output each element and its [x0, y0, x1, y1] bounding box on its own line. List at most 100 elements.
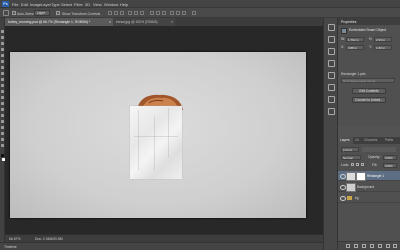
width-label: W: — [341, 37, 346, 41]
tab-channels-short[interactable]: Ch — [353, 137, 361, 144]
menu-window[interactable]: Window — [104, 2, 118, 7]
menu-view[interactable]: View — [93, 2, 102, 7]
napkin-smart-object[interactable] — [130, 106, 182, 179]
zoom-tool-icon[interactable] — [1, 144, 4, 147]
new-layer-icon[interactable] — [386, 244, 390, 248]
menu-3d[interactable]: 3D — [85, 2, 90, 7]
adjustment-layer-icon[interactable] — [370, 244, 374, 248]
blur-tool-icon[interactable] — [1, 102, 4, 105]
layer-row-background[interactable]: Background — [338, 182, 400, 192]
history-panel-icon[interactable] — [328, 24, 335, 31]
timeline-label[interactable]: Timeline — [4, 245, 17, 249]
pen-tool-icon[interactable] — [1, 114, 4, 117]
lock-all-icon[interactable] — [361, 163, 364, 166]
paragraph-panel-icon[interactable] — [328, 84, 335, 91]
close-icon[interactable]: × — [171, 18, 173, 26]
align-right-icon[interactable] — [140, 11, 144, 15]
distribute-center-icon[interactable] — [176, 11, 180, 15]
napkin-fold — [134, 136, 178, 137]
menu-help[interactable]: Help — [120, 2, 128, 7]
menu-select[interactable]: Select — [61, 2, 72, 7]
add-mask-icon[interactable] — [362, 244, 366, 248]
fx-icon[interactable] — [354, 244, 358, 248]
close-icon[interactable]: × — [109, 18, 111, 26]
align-middle-icon[interactable] — [114, 11, 118, 15]
distribute-bottom-icon[interactable] — [162, 11, 166, 15]
trash-icon[interactable] — [393, 244, 397, 248]
tab-channels[interactable]: Channels — [362, 137, 382, 144]
blend-mode-select[interactable]: Normal — [341, 155, 361, 160]
menu-filter[interactable]: Filter — [74, 2, 83, 7]
layer-row-rectangle-1[interactable]: Rectangle 1 — [338, 171, 400, 181]
tab-paths[interactable]: Paths — [383, 137, 398, 144]
layer-filter-select[interactable]: ρ Kind — [341, 147, 359, 152]
eraser-tool-icon[interactable] — [1, 90, 4, 93]
x-position-field[interactable]: 3.88 in — [346, 45, 364, 50]
auto-select-checkbox[interactable] — [12, 11, 16, 15]
align-bottom-icon[interactable] — [120, 11, 124, 15]
eyedropper-tool-icon[interactable] — [1, 60, 4, 63]
move-tool-icon[interactable] — [1, 30, 4, 33]
convert-to-linked-button[interactable]: Convert to Linked... — [352, 97, 386, 103]
menu-layer[interactable]: Layer — [41, 2, 51, 7]
menu-image[interactable]: Image — [30, 2, 41, 7]
zoom-readout[interactable]: 66.67% — [9, 237, 21, 241]
crop-tool-icon[interactable] — [1, 54, 4, 57]
distribute-middle-icon[interactable] — [156, 11, 160, 15]
hand-tool-icon[interactable] — [1, 138, 4, 141]
tab-layers[interactable]: Layers — [338, 137, 353, 144]
lock-pixels-icon[interactable] — [351, 163, 354, 166]
fill-label: Fill: — [372, 163, 378, 167]
layer-comp-select[interactable]: Don't Apply Layer Comp — [341, 78, 395, 83]
distribute-right-icon[interactable] — [182, 11, 186, 15]
distribute-top-icon[interactable] — [150, 11, 154, 15]
foreground-color-swatch[interactable] — [1, 154, 4, 157]
show-transform-checkbox[interactable] — [56, 11, 60, 15]
auto-select-dropdown[interactable]: Layer — [34, 10, 50, 16]
new-group-icon[interactable] — [378, 244, 382, 248]
tab-turkey-document[interactable]: turkey_morning.psd @ 66.7% (Rectangle 1,… — [5, 18, 113, 26]
visibility-eye-icon[interactable] — [340, 196, 346, 201]
gradient-tool-icon[interactable] — [1, 96, 4, 99]
height-field[interactable]: 2.53 in — [374, 37, 392, 42]
layer-row-bg-group[interactable]: bg — [338, 193, 400, 203]
align-top-icon[interactable] — [108, 11, 112, 15]
opacity-field[interactable]: 100% — [383, 155, 397, 160]
properties-tab[interactable]: Properties — [341, 20, 356, 24]
shape-tool-icon[interactable] — [1, 132, 4, 135]
menu-type[interactable]: Type — [51, 2, 60, 7]
align-center-icon[interactable] — [134, 11, 138, 15]
adjustments-panel-icon[interactable] — [328, 48, 335, 55]
path-select-tool-icon[interactable] — [1, 126, 4, 129]
options-bar: Auto-Select: Layer Show Transform Contro… — [0, 8, 400, 18]
history-brush-icon[interactable] — [1, 84, 4, 87]
properties-panel-icon[interactable] — [328, 36, 335, 43]
lasso-tool-icon[interactable] — [1, 42, 4, 45]
width-field[interactable]: 1,762 in — [346, 37, 364, 42]
healing-tool-icon[interactable] — [1, 66, 4, 69]
type-tool-icon[interactable] — [1, 120, 4, 123]
character-panel-icon[interactable] — [328, 72, 335, 79]
tab-bread-document[interactable]: bread.jpg @ 100% (RGB/8) × — [113, 18, 175, 26]
smart-object-filename: Rectangle 1.psb — [341, 72, 366, 76]
auto-align-icon[interactable] — [192, 11, 196, 15]
actions-panel-icon[interactable] — [328, 108, 335, 115]
stamp-tool-icon[interactable] — [1, 78, 4, 81]
lock-position-icon[interactable] — [356, 163, 359, 166]
align-left-icon[interactable] — [128, 11, 132, 15]
layer-filter-icons[interactable] — [362, 147, 396, 152]
y-position-field[interactable]: 1.82 in — [374, 45, 392, 50]
brush-panel-icon[interactable] — [328, 60, 335, 67]
distribute-left-icon[interactable] — [170, 11, 174, 15]
quick-select-tool-icon[interactable] — [1, 48, 4, 51]
brush-tool-icon[interactable] — [1, 72, 4, 75]
fill-field[interactable]: 100% — [383, 163, 397, 168]
link-layers-icon[interactable] — [346, 244, 350, 248]
marquee-tool-icon[interactable] — [1, 36, 4, 39]
swatches-panel-icon[interactable] — [328, 96, 335, 103]
menu-file[interactable]: File — [12, 2, 18, 7]
edit-contents-button[interactable]: Edit Contents — [352, 88, 386, 94]
move-tool-icon[interactable] — [3, 10, 9, 16]
menu-edit[interactable]: Edit — [21, 2, 28, 7]
dodge-tool-icon[interactable] — [1, 108, 4, 111]
